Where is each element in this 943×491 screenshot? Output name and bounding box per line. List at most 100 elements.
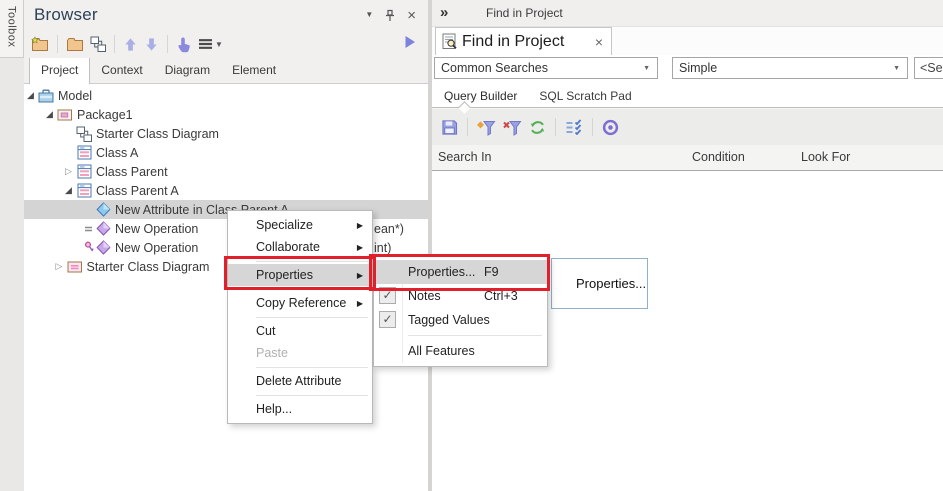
tree-item-label: New Operation bbox=[115, 241, 198, 255]
hamburger-icon[interactable]: ▼ bbox=[198, 37, 223, 51]
checkmark-icon: ✓ bbox=[379, 311, 396, 328]
new-package-icon[interactable] bbox=[31, 36, 49, 52]
menu-item-copy-reference[interactable]: Copy Reference▶ bbox=[228, 292, 372, 314]
expand-collapsed-icon[interactable]: ▷ bbox=[56, 261, 67, 272]
help-icon[interactable] bbox=[602, 119, 619, 136]
toolbox-tab-label: Toolbox bbox=[6, 0, 18, 47]
toolbar-separator bbox=[167, 35, 168, 53]
document-tab-bar: Find in Project × bbox=[432, 27, 943, 55]
tab-project[interactable]: Project bbox=[29, 57, 90, 84]
dock-left-rail bbox=[0, 0, 24, 491]
submenu-item-tagged-values[interactable]: Tagged Values✓ bbox=[374, 308, 547, 332]
diagram-icon[interactable] bbox=[90, 36, 106, 52]
toolbox-tab[interactable]: Toolbox bbox=[0, 0, 24, 58]
class-icon bbox=[76, 145, 92, 160]
search-term-value: <Sea bbox=[920, 61, 943, 75]
refresh-icon[interactable] bbox=[529, 119, 546, 136]
tab-query-builder[interactable]: Query Builder bbox=[444, 89, 517, 103]
tree-item-label: Class A bbox=[96, 146, 138, 160]
find-in-project-panel: » Find in Project Find in Project × Comm… bbox=[432, 0, 943, 491]
operation-icon bbox=[95, 240, 111, 255]
expand-expanded-icon[interactable]: ◢ bbox=[65, 185, 76, 196]
query-builder-tab-bar: Query Builder SQL Scratch Pad bbox=[432, 84, 943, 108]
operation-icon bbox=[95, 221, 111, 236]
menu-item-collaborate[interactable]: Collaborate▶ bbox=[228, 236, 372, 258]
column-header-condition[interactable]: Condition bbox=[692, 150, 745, 164]
filter-add-icon[interactable] bbox=[477, 119, 496, 136]
browser-toolbar: ▼ bbox=[24, 30, 428, 58]
toolbar-separator bbox=[555, 118, 556, 136]
tab-find-in-project[interactable]: Find in Project × bbox=[435, 27, 612, 55]
tree-item-label: Starter Class Diagram bbox=[87, 260, 210, 274]
collapse-chevrons-icon[interactable]: » bbox=[432, 4, 486, 23]
op-key-icon bbox=[84, 241, 94, 254]
tree-row[interactable]: ◢ Package1 bbox=[24, 105, 428, 124]
search-controls: Common Searches ▼ Simple ▼ <Sea bbox=[432, 55, 943, 84]
class-icon bbox=[76, 164, 92, 179]
save-icon[interactable] bbox=[441, 119, 458, 136]
expand-expanded-icon[interactable]: ◢ bbox=[27, 90, 38, 101]
annotation-red-box-properties-f9 bbox=[369, 254, 550, 291]
tree-row[interactable]: Starter Class Diagram bbox=[24, 124, 428, 143]
chevron-down-icon: ▼ bbox=[893, 65, 900, 72]
folder-icon[interactable] bbox=[66, 36, 84, 52]
forward-arrow-icon[interactable] bbox=[404, 35, 416, 49]
package-diagram-icon bbox=[67, 259, 83, 275]
tree-row[interactable]: Class A bbox=[24, 143, 428, 162]
menu-item-help[interactable]: Help... bbox=[228, 398, 372, 420]
menu-item-paste[interactable]: Paste bbox=[228, 342, 372, 364]
search-name-value: Simple bbox=[679, 61, 717, 75]
search-name-combobox[interactable]: Simple ▼ bbox=[672, 57, 908, 79]
chevron-down-icon: ▼ bbox=[643, 65, 650, 72]
find-toolbar bbox=[432, 108, 943, 145]
locate-icon[interactable] bbox=[176, 36, 192, 53]
annotation-red-box-properties bbox=[224, 256, 376, 290]
filter-remove-icon[interactable] bbox=[503, 119, 522, 136]
tree-row[interactable]: ◢ Model bbox=[24, 86, 428, 105]
pin-icon[interactable] bbox=[385, 9, 395, 22]
model-icon bbox=[38, 88, 54, 104]
menu-item-delete-attribute[interactable]: Delete Attribute bbox=[228, 370, 372, 392]
tree-row[interactable]: ◢ Class Parent A bbox=[24, 181, 428, 200]
op-lines-icon bbox=[84, 224, 94, 234]
column-header-search-in[interactable]: Search In bbox=[438, 150, 492, 164]
close-icon[interactable]: × bbox=[407, 8, 416, 23]
tree-item-label: Class Parent bbox=[96, 165, 168, 179]
expand-collapsed-icon[interactable]: ▷ bbox=[65, 166, 76, 177]
package-icon bbox=[57, 107, 73, 123]
chevron-down-icon: ▼ bbox=[215, 40, 223, 49]
checklist-icon[interactable] bbox=[565, 119, 583, 135]
search-category-combobox[interactable]: Common Searches ▼ bbox=[434, 57, 658, 79]
tab-sql-scratch-pad[interactable]: SQL Scratch Pad bbox=[539, 89, 631, 103]
tree-row[interactable]: ▷ Class Parent bbox=[24, 162, 428, 181]
context-menu: Specialize▶Collaborate▶Properties▶Copy R… bbox=[227, 210, 373, 424]
menu-item-specialize[interactable]: Specialize▶ bbox=[228, 214, 372, 236]
submenu-item-all-features[interactable]: All Features bbox=[374, 339, 547, 363]
browser-header: Browser ▼ × bbox=[24, 0, 428, 30]
tree-item-label-tail: ean*) bbox=[374, 222, 404, 236]
search-category-value: Common Searches bbox=[441, 61, 548, 75]
class-icon bbox=[76, 183, 92, 198]
move-down-icon[interactable] bbox=[144, 37, 159, 52]
toolbar-separator bbox=[114, 35, 115, 53]
tree-item-label: Class Parent A bbox=[96, 184, 179, 198]
menu-item-cut[interactable]: Cut bbox=[228, 320, 372, 342]
column-header-look-for[interactable]: Look For bbox=[801, 150, 850, 164]
expand-expanded-icon[interactable]: ◢ bbox=[46, 109, 57, 120]
tab-close-icon[interactable]: × bbox=[595, 34, 603, 50]
tree-item-label: Package1 bbox=[77, 108, 133, 122]
tab-context[interactable]: Context bbox=[90, 58, 153, 83]
tab-diagram[interactable]: Diagram bbox=[154, 58, 221, 83]
toolbar-separator bbox=[592, 118, 593, 136]
search-term-input[interactable]: <Sea bbox=[914, 57, 943, 79]
tab-element[interactable]: Element bbox=[221, 58, 287, 83]
submenu-arrow-icon: ▶ bbox=[357, 299, 363, 308]
panel-menu-dropdown-icon[interactable]: ▼ bbox=[365, 11, 373, 19]
move-up-icon[interactable] bbox=[123, 37, 138, 52]
tree-item-label: Model bbox=[58, 89, 92, 103]
menu-shortcut: Ctrl+3 bbox=[484, 289, 518, 303]
tab-find-label: Find in Project bbox=[462, 33, 595, 51]
find-titlebar-label: Find in Project bbox=[486, 6, 563, 20]
browser-window-buttons: ▼ × bbox=[365, 8, 420, 23]
tree-item-label: Starter Class Diagram bbox=[96, 127, 219, 141]
